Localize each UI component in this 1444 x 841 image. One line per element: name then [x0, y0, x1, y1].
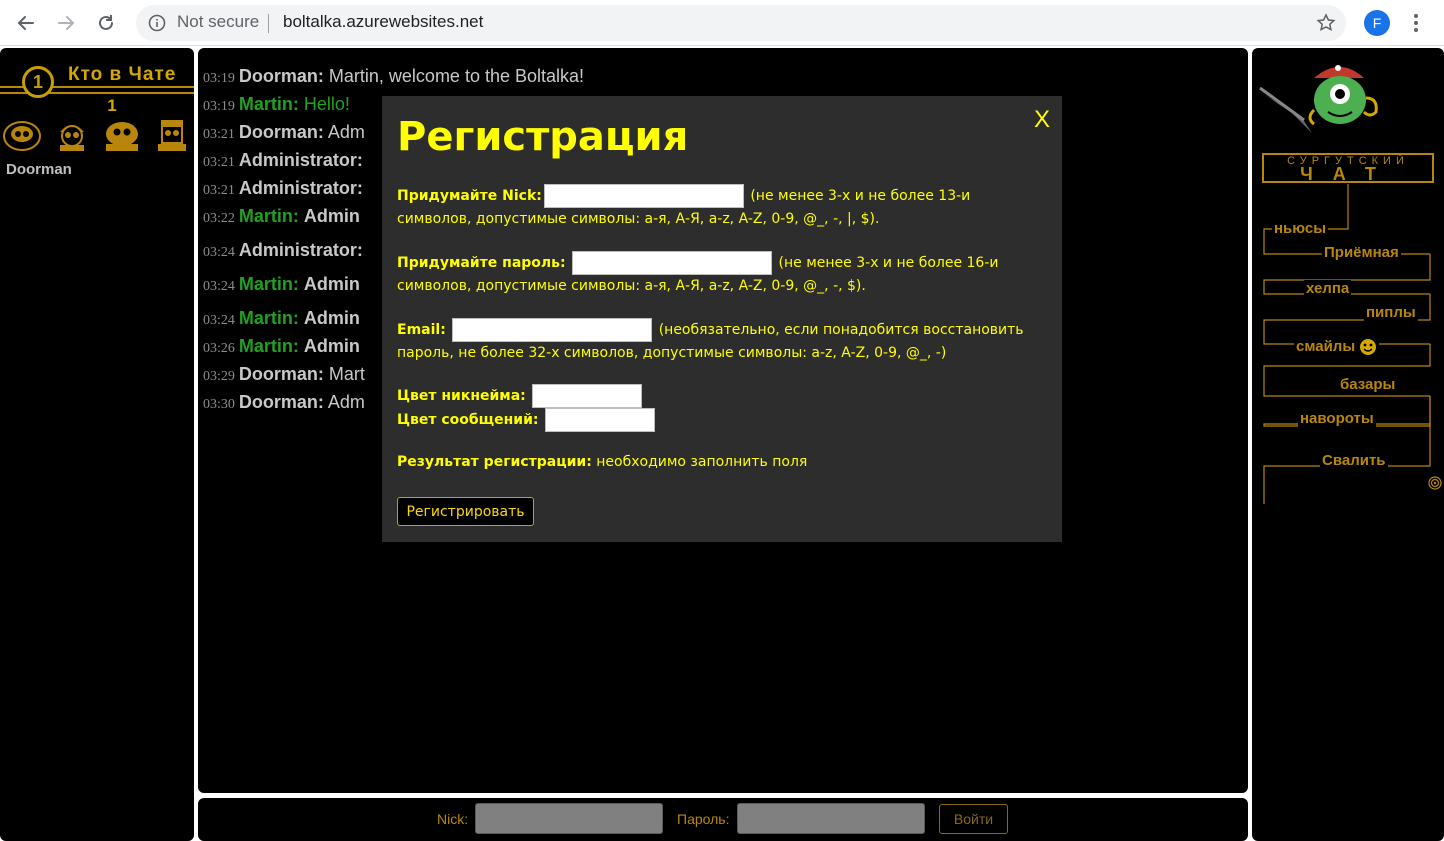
- online-user[interactable]: Doorman: [6, 161, 72, 178]
- message-nick[interactable]: Martin:: [239, 336, 299, 356]
- chat-message: 03:21 Administrator:: [203, 178, 363, 198]
- chat-message: 03:22 Martin: Admin: [203, 206, 360, 226]
- email-label: Email:: [397, 322, 446, 338]
- nick-input[interactable]: [543, 184, 744, 208]
- message-nick[interactable]: Martin:: [239, 206, 299, 226]
- registration-result: Результат регистрации: необходимо заполн…: [397, 454, 807, 470]
- online-count: 1: [107, 96, 117, 115]
- chat-message: 03:21 Administrator:: [203, 150, 363, 170]
- login-password-label: Пароль:: [677, 811, 730, 827]
- menu-reception[interactable]: Приёмная: [1322, 244, 1401, 261]
- register-button[interactable]: Регистрировать: [397, 497, 534, 526]
- email-field-row: Email: (необязательно, если понадобится …: [397, 318, 1047, 364]
- message-color-row: Цвет сообщений:: [397, 408, 1047, 432]
- info-icon[interactable]: [148, 14, 166, 32]
- chat-message: 03:19 Martin: Hello!: [203, 94, 350, 114]
- avatar-1[interactable]: [2, 118, 42, 152]
- chat-message: 03:24 Administrator:: [203, 240, 363, 260]
- smiley-icon: [1360, 339, 1377, 356]
- nick-color-row: Цвет никнейма:: [397, 384, 1047, 408]
- registration-modal: Регистрация X Придумайте Nick: (не менее…: [382, 96, 1062, 542]
- who-in-chat-title: Кто в Чате: [64, 64, 181, 86]
- who-in-chat-panel: 1 Кто в Чате 1 Doorman: [0, 48, 194, 841]
- close-icon[interactable]: X: [1034, 106, 1050, 134]
- chat-message: 03:24 Martin: Admin: [203, 308, 360, 328]
- nick-color-label: Цвет никнейма:: [397, 388, 526, 404]
- nick-field-row: Придумайте Nick: (не менее 3-х и не боле…: [397, 184, 1047, 230]
- navigation-panel: СУРГУТСКИЙ ЧАТ ньюсы Приёмная хелпа пипл…: [1252, 48, 1444, 841]
- star-icon[interactable]: [1316, 13, 1336, 33]
- reload-icon: [99, 15, 113, 30]
- avatar-row: [2, 118, 192, 154]
- message-nick[interactable]: Administrator:: [239, 178, 363, 198]
- login-bar: Nick: Пароль: Войти: [198, 798, 1248, 841]
- back-arrow-icon: [17, 16, 34, 30]
- chat-message: 03:24 Martin: Admin: [203, 274, 360, 294]
- message-nick[interactable]: Administrator:: [239, 150, 363, 170]
- menu-people[interactable]: пиплы: [1364, 304, 1418, 321]
- chat-message: 03:21 Doorman: Adm: [203, 122, 365, 142]
- login-button[interactable]: Войти: [939, 804, 1008, 834]
- password-label: Придумайте пароль:: [397, 255, 566, 271]
- login-nick-label: Nick:: [437, 811, 469, 827]
- surgut-chat-logo[interactable]: СУРГУТСКИЙ ЧАТ: [1262, 153, 1434, 183]
- login-password-input[interactable]: [737, 803, 925, 834]
- login-nick-input[interactable]: [475, 803, 663, 834]
- security-label: Not secure: [177, 12, 260, 31]
- result-label: Результат регистрации:: [397, 454, 592, 470]
- message-nick[interactable]: Administrator:: [239, 240, 363, 260]
- menu-leave[interactable]: Свалить: [1320, 452, 1388, 469]
- message-color-label: Цвет сообщений:: [397, 412, 539, 428]
- menu-news[interactable]: ньюсы: [1272, 220, 1329, 237]
- email-input[interactable]: [452, 318, 653, 342]
- menu-bazaar[interactable]: базары: [1338, 376, 1398, 393]
- message-nick[interactable]: Doorman:: [239, 122, 324, 142]
- password-input[interactable]: [572, 251, 773, 275]
- menu-smileys[interactable]: смайлы: [1294, 338, 1380, 357]
- back-button[interactable]: [12, 9, 40, 37]
- result-text: необходимо заполнить поля: [596, 454, 808, 470]
- reload-button[interactable]: [92, 9, 120, 37]
- nick-label: Придумайте Nick:: [397, 188, 542, 204]
- profile-avatar[interactable]: F: [1364, 10, 1390, 36]
- mascot-logo: [1259, 65, 1378, 133]
- message-nick[interactable]: Doorman:: [239, 392, 324, 412]
- chat-message: 03:26 Martin: Admin: [203, 336, 360, 356]
- kebab-menu-icon[interactable]: [1406, 12, 1426, 34]
- chat-message: 03:29 Doorman: Mart: [203, 364, 365, 384]
- chat-message: 03:19 Doorman: Martin, welcome to the Bol…: [203, 66, 585, 86]
- message-nick[interactable]: Martin:: [239, 308, 299, 328]
- avatar-3[interactable]: [102, 118, 142, 152]
- url-text[interactable]: boltalka.azurewebsites.net: [283, 12, 483, 32]
- address-bar[interactable]: Not secure boltalka.azurewebsites.net: [136, 5, 1346, 41]
- menu-extras[interactable]: навороты: [1298, 410, 1376, 427]
- message-nick[interactable]: Doorman:: [239, 66, 324, 86]
- browser-toolbar: Not secure boltalka.azurewebsites.net F: [0, 0, 1444, 46]
- forward-button[interactable]: [52, 9, 80, 37]
- chat-message: 03:30 Doorman: Adm: [203, 392, 365, 412]
- message-nick[interactable]: Martin:: [239, 94, 299, 114]
- omnibox-separator: [268, 14, 269, 33]
- avatar-2[interactable]: [52, 118, 92, 152]
- modal-title: Регистрация: [397, 114, 689, 160]
- forward-arrow-icon: [58, 16, 75, 30]
- spiral-icon: [1428, 476, 1442, 490]
- online-count-badge: 1: [22, 66, 54, 98]
- nick-color-input[interactable]: [532, 384, 643, 408]
- message-nick[interactable]: Martin:: [239, 274, 299, 294]
- menu-help[interactable]: хелпа: [1304, 280, 1352, 297]
- message-nick[interactable]: Doorman:: [239, 364, 324, 384]
- password-field-row: Придумайте пароль: (не менее 3-х и не бо…: [397, 251, 1047, 297]
- message-color-input[interactable]: [544, 408, 655, 432]
- avatar-4[interactable]: [152, 118, 192, 152]
